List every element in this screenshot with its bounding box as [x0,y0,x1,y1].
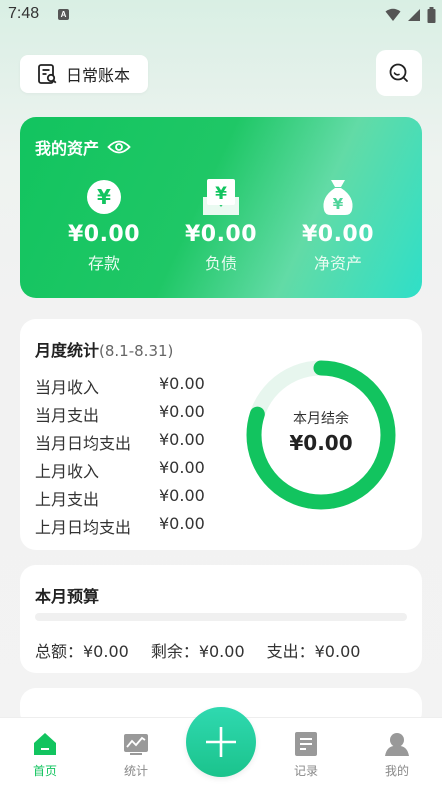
status-bar: 7:48 A [0,0,442,30]
status-icons [385,7,436,23]
search-button[interactable] [376,50,422,96]
stat-value: ¥0.00 [159,458,205,477]
net-label: 净资产 [313,254,362,273]
eye-icon[interactable] [107,139,131,155]
asset-liability[interactable]: ¥ ¥0.00 负债 [161,177,281,274]
ring-label: 本月结余 [293,411,349,427]
asset-title-label: 我的资产 [35,139,100,158]
tab-stats[interactable]: 统计 [106,732,166,779]
stat-row: 上月日均支出 ¥0.00 [35,514,225,540]
yen-circle-icon: ¥ [87,180,121,214]
plus-icon [206,727,236,757]
deposit-label: 存款 [87,254,120,273]
monthly-title-text: 月度统计 [35,341,100,360]
stat-label: 上月收入 [35,462,100,481]
ledger-name: 日常账本 [66,66,131,85]
asset-card[interactable]: 我的资产 ¥ ¥0.00 存款 ¥ ¥0.00 负债 ¥ ¥0.00 净资产 [20,117,422,298]
stat-row: 当月支出 ¥0.00 [35,402,225,428]
stat-value: ¥0.00 [159,514,205,533]
tab-me-label: 我的 [384,764,409,778]
stat-label: 上月支出 [35,490,100,509]
battery-icon [427,7,436,23]
ring-value: ¥0.00 [289,431,353,455]
notification-icon: A [58,9,69,20]
stat-row: 上月支出 ¥0.00 [35,486,225,512]
yen-document-icon: ¥ [203,179,239,215]
money-bag-icon: ¥ [323,180,353,215]
stat-row: 当月日均支出 ¥0.00 [35,430,225,456]
document-icon [295,732,317,756]
stat-label: 当月日均支出 [35,434,132,453]
svg-text:¥: ¥ [97,185,111,209]
budget-remaining: 剩余：¥0.00 [150,642,245,661]
asset-deposit[interactable]: ¥ ¥0.00 存款 [44,177,164,274]
budget-total: 总额：¥0.00 [35,642,129,661]
tab-home-label: 首页 [32,764,57,778]
ledger-icon [38,64,57,84]
search-icon [389,63,408,82]
stat-value: ¥0.00 [159,402,205,421]
signal-icon [408,9,420,21]
svg-text:¥: ¥ [215,184,227,204]
budget-summary: 总额：¥0.00 剩余：¥0.00 支出：¥0.00 [35,638,360,662]
budget-progress-bar [35,613,407,621]
stat-value: ¥0.00 [159,486,205,505]
budget-title: 本月预算 [35,587,100,606]
ledger-selector-button[interactable]: 日常账本 [20,55,148,93]
svg-text:¥: ¥ [333,195,344,213]
tab-home[interactable]: 首页 [15,732,75,779]
tab-stats-label: 统计 [123,764,148,778]
net-amount: ¥0.00 [301,222,375,247]
budget-card[interactable]: 本月预算 总额：¥0.00 剩余：¥0.00 支出：¥0.00 [20,565,422,673]
asset-title: 我的资产 [35,135,131,159]
stat-label: 上月日均支出 [35,518,132,537]
stat-label: 当月支出 [35,406,100,425]
liability-amount: ¥0.00 [184,222,258,247]
wifi-icon [385,8,401,21]
stat-row: 上月收入 ¥0.00 [35,458,225,484]
budget-spent: 支出：¥0.00 [266,642,361,661]
home-icon [34,733,56,755]
deposit-amount: ¥0.00 [67,222,141,247]
asset-net[interactable]: ¥ ¥0.00 净资产 [278,177,398,274]
monthly-stats-card[interactable]: 月度统计(8.1-8.31) 当月收入 ¥0.00 当月支出 ¥0.00 当月日… [20,319,422,550]
tab-me[interactable]: 我的 [367,732,427,779]
tab-records-label: 记录 [293,764,318,778]
user-icon [385,733,409,756]
monthly-range: (8.1-8.31) [99,342,174,360]
stat-value: ¥0.00 [159,374,205,393]
status-time: 7:48 [8,5,40,22]
monthly-stats-title: 月度统计(8.1-8.31) [35,337,173,361]
stat-value: ¥0.00 [159,430,205,449]
chart-icon [124,734,148,755]
stat-row: 当月收入 ¥0.00 [35,374,225,400]
tab-records[interactable]: 记录 [276,732,336,779]
stat-label: 当月收入 [35,378,100,397]
add-record-button[interactable] [186,707,256,777]
liability-label: 负债 [204,254,237,273]
